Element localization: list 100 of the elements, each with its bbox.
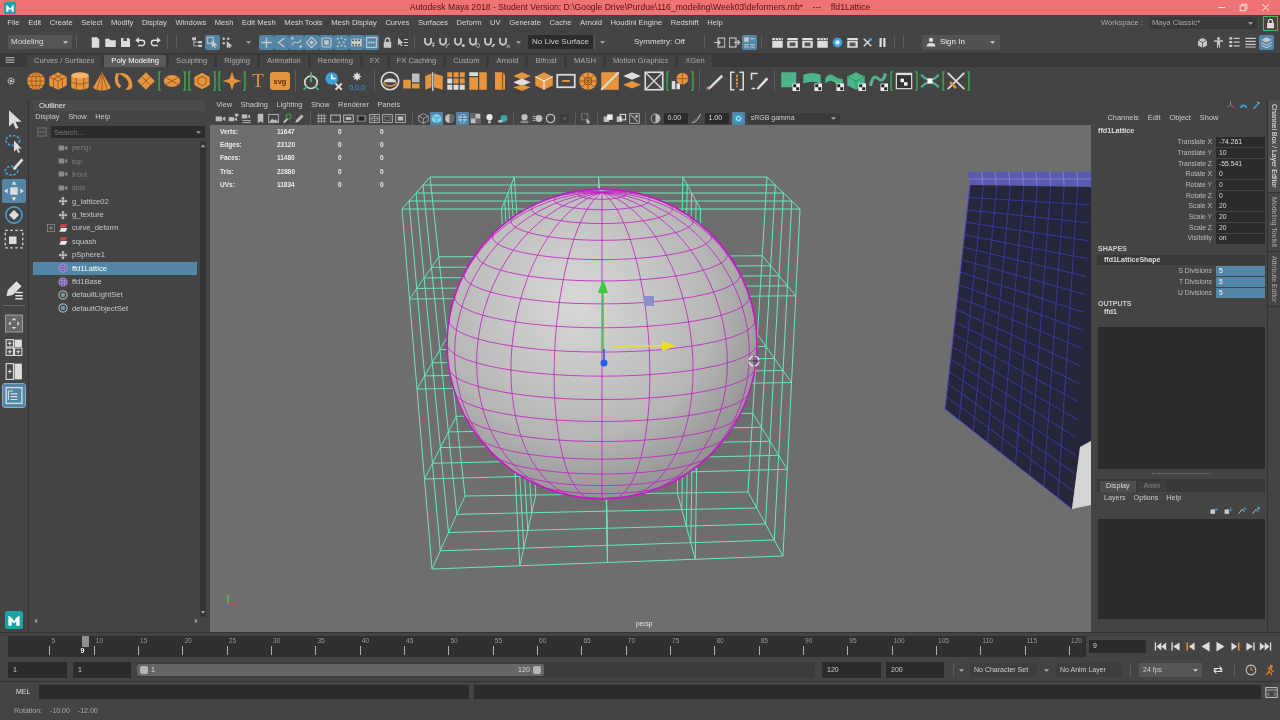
blocks-icon[interactable]: [468, 71, 488, 91]
diagonal-square-icon[interactable]: [628, 111, 642, 125]
curve-line-icon[interactable]: [691, 112, 703, 124]
layers-icon[interactable]: [512, 71, 532, 91]
image-icon[interactable]: [266, 111, 280, 125]
command-field[interactable]: [39, 685, 469, 699]
frame-icon[interactable]: [328, 111, 342, 125]
filled-frame-icon[interactable]: [394, 111, 408, 125]
slider-handle[interactable]: [140, 666, 148, 674]
half-shaded-sphere-icon[interactable]: [443, 111, 456, 125]
text-tool-button[interactable]: T: [248, 71, 268, 91]
ring-icon[interactable]: [732, 111, 746, 125]
diamond-icon[interactable]: [136, 71, 156, 91]
layers-icon[interactable]: [1259, 34, 1274, 50]
sign-in-button[interactable]: Sign In: [922, 34, 1000, 50]
caret-icon[interactable]: [1247, 19, 1254, 27]
film-icon[interactable]: [349, 34, 364, 50]
menu-icon[interactable]: [4, 54, 16, 66]
cube-icon[interactable]: [534, 71, 554, 91]
caret-icon[interactable]: [62, 38, 69, 46]
wave-icon[interactable]: [868, 71, 888, 91]
loop-icon[interactable]: [1212, 664, 1224, 676]
particles-icon[interactable]: [334, 34, 349, 50]
scroll-left-icon[interactable]: [33, 618, 39, 624]
caret-icon[interactable]: [195, 128, 202, 136]
wire-sphere-icon[interactable]: [456, 111, 470, 125]
runner-icon[interactable]: [1263, 664, 1275, 676]
checker-icon[interactable]: [469, 111, 483, 125]
curve-icon[interactable]: [289, 34, 304, 50]
layers-icon[interactable]: [622, 71, 642, 91]
dots-box-icon[interactable]: [364, 34, 379, 50]
sphere-icon[interactable]: [26, 71, 46, 91]
attribute-list-icon[interactable]: [1227, 34, 1242, 50]
square-plus-icon[interactable]: [1210, 505, 1219, 515]
step-back-icon[interactable]: [1169, 639, 1182, 653]
current-frame-marker[interactable]: [82, 635, 90, 647]
diamond-icon[interactable]: [304, 34, 319, 50]
frame-icon[interactable]: [556, 71, 576, 91]
play-backward-icon[interactable]: [1199, 639, 1212, 653]
caret-icon[interactable]: [1043, 666, 1050, 674]
ring-arrows-icon[interactable]: [301, 71, 321, 91]
caret-icon[interactable]: [245, 38, 252, 46]
cross-icon[interactable]: [259, 34, 274, 50]
hierarchy-icon[interactable]: [190, 34, 205, 50]
caret-icon[interactable]: [829, 114, 837, 122]
brush-icon[interactable]: [2, 155, 26, 179]
disc-icon[interactable]: [158, 71, 186, 91]
chevron-icon[interactable]: [274, 34, 289, 50]
cylinder-icon[interactable]: [70, 71, 90, 91]
skip-to-end-icon[interactable]: [1259, 639, 1272, 653]
skip-to-start-icon[interactable]: [1154, 639, 1167, 653]
arrows-box-icon[interactable]: [3, 312, 25, 335]
overlap-squares-icon[interactable]: [601, 111, 615, 125]
lock-icon[interactable]: [1263, 15, 1278, 31]
square-icon[interactable]: [780, 71, 800, 91]
sphere-ring-icon[interactable]: [380, 71, 400, 91]
caret-icon[interactable]: [989, 38, 996, 46]
wheel-icon[interactable]: [578, 71, 598, 91]
star-icon[interactable]: [218, 71, 246, 91]
output-arrow-icon[interactable]: [727, 34, 742, 50]
eyedropper-icon[interactable]: [1252, 100, 1261, 109]
two-pane-icon[interactable]: [3, 360, 25, 383]
crescent-icon[interactable]: [114, 71, 134, 91]
scroll-up-icon[interactable]: [200, 143, 206, 149]
square-frame-icon[interactable]: [319, 34, 334, 50]
crossed-frame-icon[interactable]: [644, 71, 664, 91]
pencil-icon[interactable]: [749, 71, 769, 91]
checker-window-icon[interactable]: [890, 71, 918, 91]
dots-box-icon[interactable]: [37, 127, 47, 137]
figure-icon[interactable]: [1211, 34, 1226, 50]
object-select-icon[interactable]: [205, 34, 220, 50]
scrollbar[interactable]: [200, 141, 206, 617]
rotate-icon[interactable]: [2, 203, 26, 227]
scale-icon[interactable]: [2, 227, 26, 251]
grid-icon[interactable]: [315, 111, 329, 125]
next-key-icon[interactable]: [1229, 639, 1242, 653]
caret-icon[interactable]: [599, 38, 606, 46]
blocks-icon[interactable]: [402, 71, 422, 91]
caret-icon[interactable]: [1192, 666, 1199, 674]
clock-icon[interactable]: [323, 71, 343, 91]
gear-icon[interactable]: [6, 76, 16, 86]
cone-icon[interactable]: [92, 71, 112, 91]
symmetry-dropdown[interactable]: Symmetry: Off: [622, 35, 694, 49]
axes-icon[interactable]: [1226, 100, 1235, 109]
nested-frame-icon[interactable]: [341, 111, 355, 125]
dashed-select-icon[interactable]: [579, 111, 593, 125]
crossed-pen-icon[interactable]: [942, 71, 970, 91]
step-forward-icon[interactable]: [1244, 639, 1257, 653]
dashed-frame-icon[interactable]: [381, 111, 395, 125]
square-arrow-icon[interactable]: [1224, 505, 1233, 515]
four-pane-icon[interactable]: [3, 336, 25, 359]
caret-icon[interactable]: [958, 666, 965, 674]
expand-icon[interactable]: [47, 224, 55, 233]
input-arrow-icon[interactable]: [712, 34, 727, 50]
block-list-icon[interactable]: [742, 34, 757, 50]
grid-icon[interactable]: [446, 71, 466, 91]
line-dot-icon[interactable]: [1252, 505, 1261, 515]
live-surface-field[interactable]: No Live Surface: [528, 35, 593, 49]
scroll-down-icon[interactable]: [200, 609, 206, 615]
play-icon[interactable]: [1214, 639, 1227, 653]
